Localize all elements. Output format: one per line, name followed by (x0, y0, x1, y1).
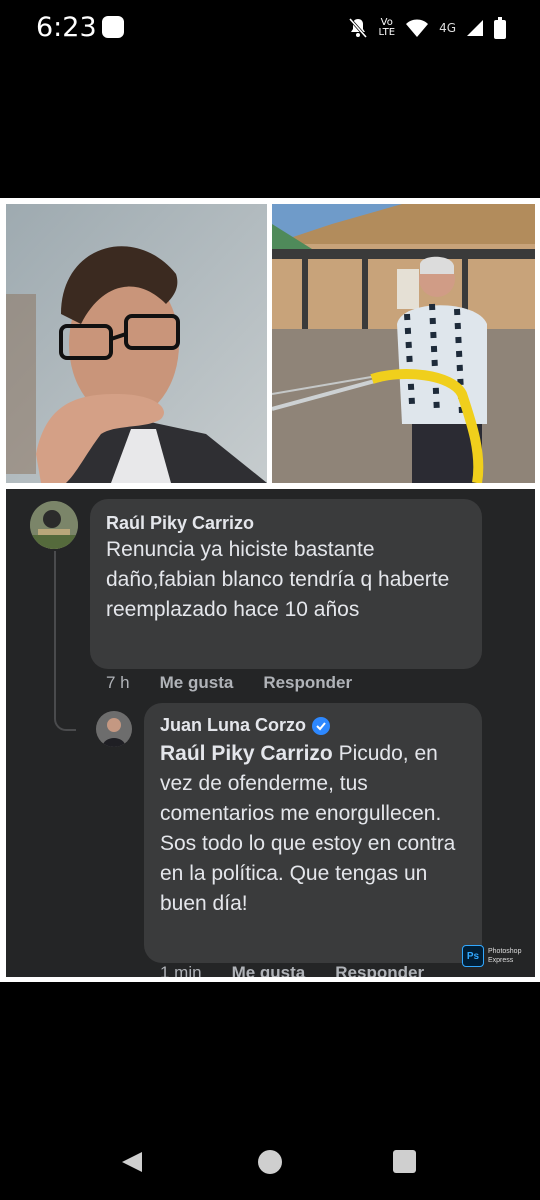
status-bar: 6:23 Vo LTE 4G (0, 0, 540, 56)
volte-icon: Vo LTE (378, 18, 395, 38)
like-button[interactable]: Me gusta (160, 673, 234, 693)
comment-actions: 7 h Me gusta Responder (106, 673, 352, 693)
status-time: 6:23 (36, 12, 97, 43)
battery-icon (494, 17, 506, 39)
recents-icon[interactable] (393, 1150, 416, 1173)
photo-man-glasses (6, 204, 267, 483)
notification-square-icon (102, 16, 124, 38)
signal-icon (466, 19, 484, 37)
watermark-text: Photoshop Express (488, 947, 521, 965)
thread-line (54, 551, 76, 731)
reply-button[interactable]: Responder (263, 673, 352, 693)
reply-mention[interactable]: Raúl Piky Carrizo (160, 742, 333, 765)
mute-icon (348, 17, 368, 39)
home-icon[interactable] (258, 1150, 282, 1174)
volte-bottom: LTE (378, 27, 396, 38)
reply-text-body: Picudo, en vez de ofenderme, tus comenta… (160, 742, 456, 915)
comment-time: 7 h (106, 673, 130, 692)
photoshop-express-watermark: Ps Photoshop Express (462, 945, 521, 967)
photo-man-watering (272, 204, 535, 483)
reply-author[interactable]: Juan Luna Corzo (160, 715, 331, 736)
photoshop-logo-icon: Ps (462, 945, 484, 967)
back-icon[interactable] (120, 1150, 144, 1179)
comment-panel: Raúl Piky Carrizo Renuncia ya hiciste ba… (6, 489, 535, 977)
comment-text: Renuncia ya hiciste bastante daño,fabian… (106, 538, 450, 621)
reply-text: Raúl Piky Carrizo Picudo, en vez de ofen… (160, 739, 472, 919)
reply-like-button[interactable]: Me gusta (232, 963, 306, 977)
reply-author-name[interactable]: Juan Luna Corzo (160, 715, 306, 736)
wifi-icon (405, 18, 429, 38)
avatar[interactable] (96, 711, 132, 747)
reply-actions: 1 min Me gusta Responder (160, 963, 424, 977)
avatar[interactable] (30, 501, 78, 549)
network-type: 4G (439, 21, 456, 35)
watermark-line1: Photoshop (488, 948, 522, 955)
comment-author[interactable]: Raúl Piky Carrizo (106, 513, 254, 534)
verified-icon (312, 716, 331, 735)
status-icons: Vo LTE 4G (348, 14, 506, 42)
reply-reply-button[interactable]: Responder (335, 963, 424, 977)
navigation-bar (0, 1130, 540, 1194)
reply-time: 1 min (160, 963, 202, 977)
watermark-line2: Express (488, 957, 514, 964)
